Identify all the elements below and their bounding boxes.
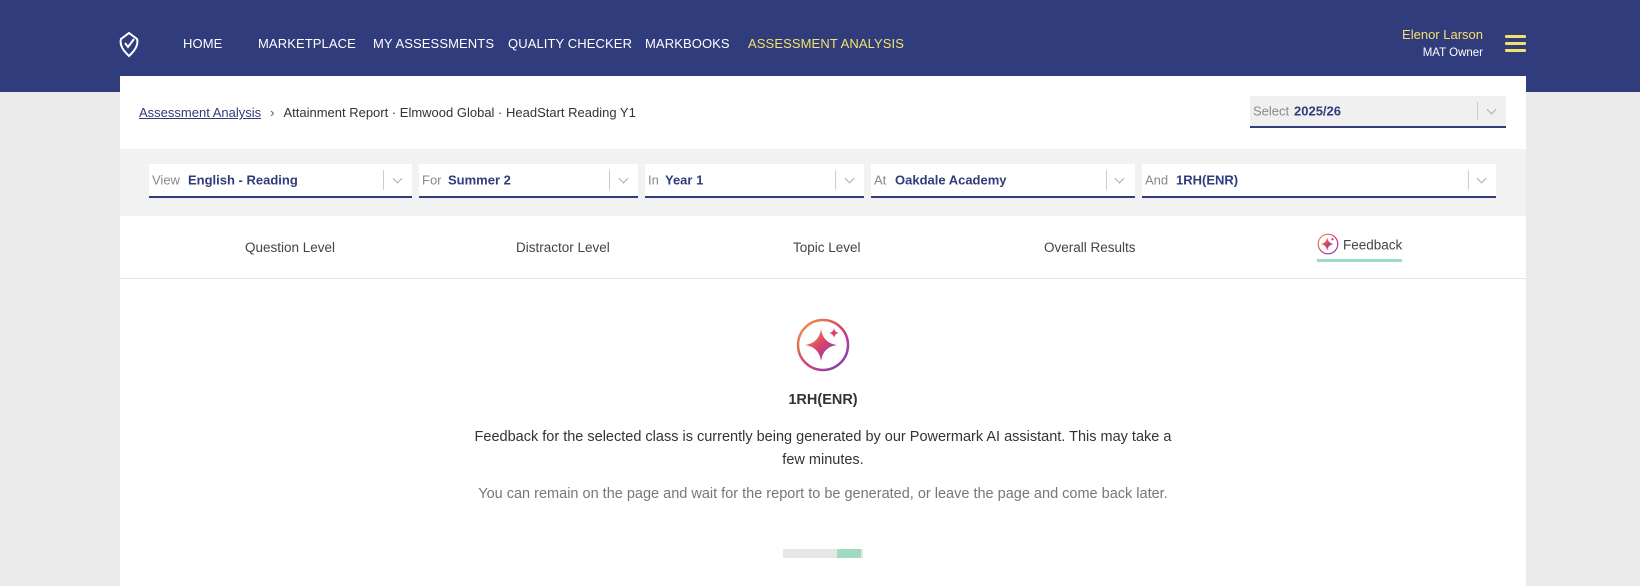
chevron-down-icon[interactable] [618,173,629,184]
filter-view-prefix: View [152,172,180,188]
hamburger-menu-icon[interactable] [1505,35,1526,52]
main-panel: Assessment Analysis › Attainment Report · … [120,76,1526,586]
academic-year-select[interactable]: Select 2025/26 [1250,96,1506,128]
tab-overall-results[interactable]: Overall Results [1044,240,1136,255]
filter-at-prefix: At [874,172,887,188]
select-divider [1477,102,1478,120]
filter-in-select[interactable]: In Year 1 [645,164,864,198]
progress-fill [837,549,862,558]
breadcrumb-current: Attainment Report · Elmwood Global · Hea… [283,105,636,120]
feedback-class-title: 1RH(ENR) [788,392,858,408]
nav-assessment-analysis[interactable]: ASSESSMENT ANALYSIS [748,36,904,51]
breadcrumb-separator: › [270,105,275,120]
nav-quality-checker[interactable]: QUALITY CHECKER [508,36,632,51]
report-tabs: Question Level Distractor Level Topic Le… [120,216,1526,279]
breadcrumb-link-assessment-analysis[interactable]: Assessment Analysis [139,105,261,120]
ai-sparkle-icon [1317,233,1339,255]
tab-distractor-level[interactable]: Distractor Level [516,240,610,255]
chevron-down-icon[interactable] [1114,173,1125,184]
filter-for-select[interactable]: For Summer 2 [419,164,638,198]
year-select-value: 2025/26 [1294,103,1341,119]
tab-topic-level[interactable]: Topic Level [793,240,861,255]
filter-for-prefix: For [422,172,442,188]
filter-at-value: Oakdale Academy [895,172,1007,188]
filter-for-value: Summer 2 [448,172,511,188]
chevron-down-icon[interactable] [844,173,855,184]
filter-in-prefix: In [648,172,659,188]
filter-row: View English - Reading For Summer 2 In Y… [120,149,1526,216]
chevron-down-icon[interactable] [392,173,403,184]
filter-and-value: 1RH(ENR) [1176,172,1239,188]
chevron-down-icon[interactable] [1476,173,1487,184]
tab-feedback[interactable]: Feedback [1317,233,1403,262]
nav-home[interactable]: HOME [183,36,222,51]
nav-markbooks[interactable]: MARKBOOKS [645,36,730,51]
app-logo-icon[interactable] [117,30,141,58]
user-name: Elenor Larson [1402,27,1483,42]
filter-view-select[interactable]: View English - Reading [149,164,412,198]
nav-marketplace[interactable]: MARKETPLACE [258,36,356,51]
select-divider [383,170,384,190]
filter-and-select[interactable]: And 1RH(ENR) [1142,164,1496,198]
select-divider [835,170,836,190]
breadcrumb: Assessment Analysis › Attainment Report · … [139,105,636,120]
filter-view-value: English - Reading [188,172,298,188]
chevron-down-icon[interactable] [1486,104,1497,115]
filter-at-select[interactable]: At Oakdale Academy [871,164,1135,198]
ai-sparkle-icon [796,318,850,372]
select-divider [609,170,610,190]
user-info[interactable]: Elenor Larson MAT Owner [1402,27,1483,59]
filter-and-prefix: And [1145,172,1169,188]
user-role: MAT Owner [1422,47,1483,59]
year-select-prefix: Select [1253,103,1290,119]
select-divider [1106,170,1107,190]
tab-feedback-label: Feedback [1343,237,1403,253]
tab-question-level[interactable]: Question Level [245,240,335,255]
feedback-status-submessage: You can remain on the page and wait for … [478,486,1168,502]
feedback-status-message: Feedback for the selected class is curre… [474,429,1172,468]
generation-progress-bar [783,549,863,558]
nav-my-assessments[interactable]: MY ASSESSMENTS [373,36,494,51]
select-divider [1468,170,1469,190]
filter-in-value: Year 1 [665,172,704,188]
